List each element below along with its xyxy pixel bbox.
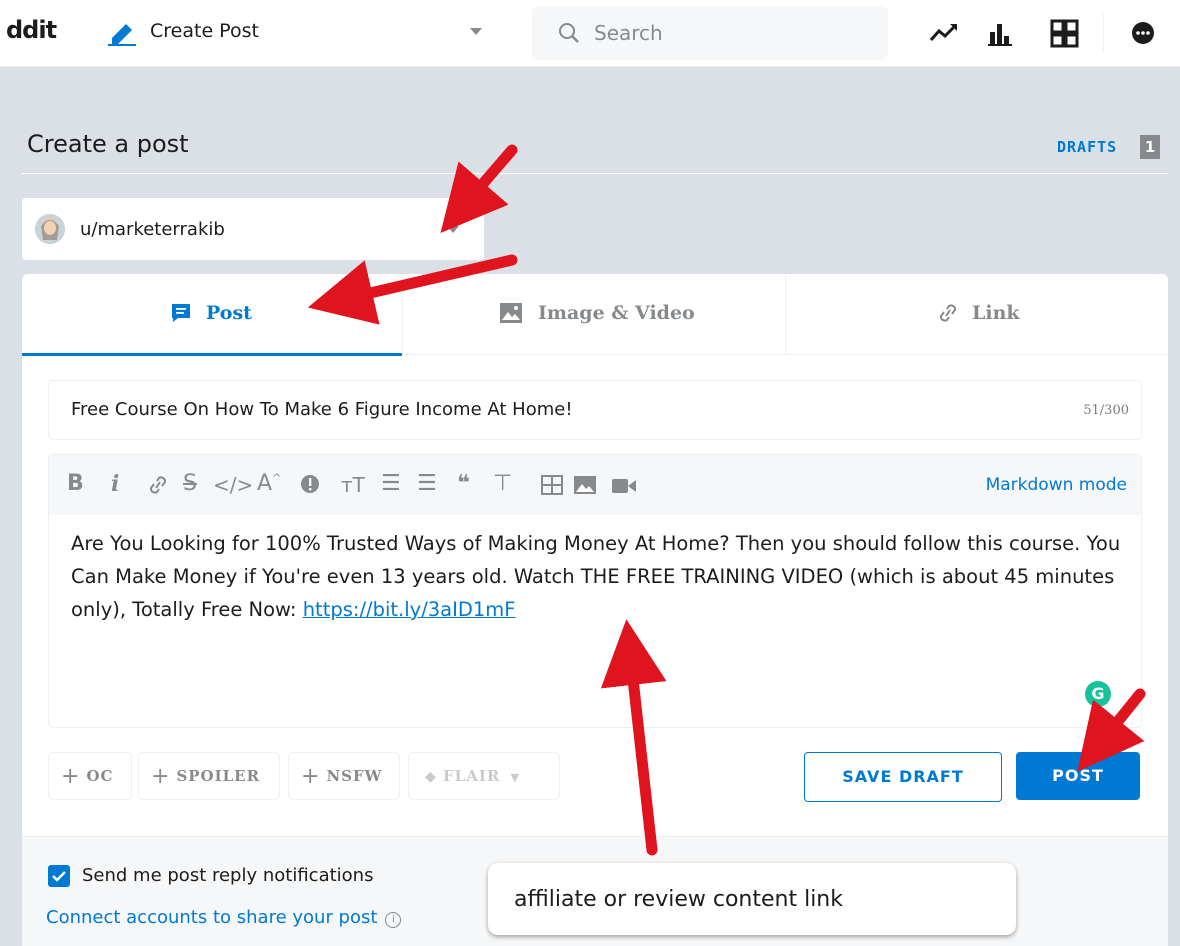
connect-accounts-label: Connect accounts to share your post <box>46 907 378 928</box>
search-input[interactable]: Search <box>532 6 888 60</box>
image-icon <box>500 303 522 323</box>
reddit-logo[interactable]: ddit <box>6 16 57 44</box>
notifications-checkbox[interactable] <box>48 865 70 887</box>
spoiler-icon[interactable] <box>299 473 321 495</box>
drafts-button[interactable]: DRAFTS <box>1057 138 1117 156</box>
spoiler-label: SPOILER <box>176 767 261 785</box>
info-icon[interactable]: i <box>385 912 402 928</box>
tag-icon: ◆ <box>425 769 437 785</box>
avatar <box>35 214 65 244</box>
post-body-text[interactable]: Are You Looking for 100% Trusted Ways of… <box>71 527 1121 626</box>
checkmark-icon <box>52 871 66 882</box>
oc-label: OC <box>86 767 114 785</box>
bold-icon[interactable]: B <box>67 471 84 496</box>
nsfw-tag-button[interactable]: + NSFW <box>288 752 400 800</box>
chevron-down-icon: ▼ <box>510 771 521 784</box>
create-post-panel: Post Image & Video Link Free Course On H… <box>22 274 1168 946</box>
editor-toolbar: B i S </> A^ тT ☰ ☰ ❝ ⊤ Markdown mode <box>49 455 1141 515</box>
italic-icon[interactable]: i <box>111 471 119 497</box>
oc-tag-button[interactable]: + OC <box>48 752 132 800</box>
table-icon[interactable] <box>541 475 563 495</box>
plus-icon: + <box>151 764 171 789</box>
page-title: Create a post <box>27 130 189 158</box>
pencil-icon <box>108 24 136 46</box>
flair-button[interactable]: ◆ FLAIR ▼ <box>408 752 560 800</box>
post-body-link[interactable]: https://bit.ly/3aID1mF <box>303 598 516 621</box>
body-editor[interactable]: B i S </> A^ тT ☰ ☰ ❝ ⊤ Markdown mode Ar… <box>48 454 1142 728</box>
post-body-content: Are You Looking for 100% Trusted Ways of… <box>71 532 1121 621</box>
bulleted-list-icon[interactable]: ☰ <box>381 471 401 496</box>
notifications-label: Send me post reply notifications <box>82 865 374 886</box>
search-placeholder: Search <box>594 21 663 45</box>
tab-post[interactable]: Post <box>22 274 403 356</box>
superscript-icon[interactable]: A^ <box>257 471 281 496</box>
post-icon <box>172 304 190 322</box>
link-icon <box>939 304 957 322</box>
title-value: Free Course On How To Make 6 Figure Inco… <box>71 399 573 420</box>
save-draft-button[interactable]: SAVE DRAFT <box>804 752 1002 802</box>
tab-link[interactable]: Link <box>786 274 1168 354</box>
chevron-down-icon[interactable] <box>470 28 482 35</box>
link-icon[interactable] <box>145 473 171 497</box>
chat-icon[interactable] <box>1128 18 1160 48</box>
tab-label: Link <box>972 302 1020 324</box>
top-bar-divider <box>1103 14 1104 52</box>
annotation-callout: affiliate or review content link <box>488 863 1016 935</box>
video-icon[interactable] <box>611 477 637 495</box>
image-icon[interactable] <box>573 475 597 495</box>
title-char-count: 51/300 <box>1083 403 1129 418</box>
post-button[interactable]: POST <box>1016 752 1140 800</box>
grammarly-icon[interactable]: G <box>1085 681 1111 707</box>
annotation-text: affiliate or review content link <box>514 887 843 912</box>
tab-label: Image & Video <box>538 302 695 324</box>
tab-image-video[interactable]: Image & Video <box>403 274 786 354</box>
top-bar: ddit Create Post Search <box>0 0 1180 67</box>
numbered-list-icon[interactable]: ☰ <box>417 471 437 496</box>
trending-icon[interactable] <box>928 18 960 48</box>
code-icon[interactable]: </> <box>213 473 253 497</box>
quote-block-icon[interactable]: ❝ <box>457 471 470 496</box>
active-tab-indicator <box>22 353 402 356</box>
markdown-mode-button[interactable]: Markdown mode <box>986 475 1127 495</box>
nsfw-label: NSFW <box>326 767 383 785</box>
title-input[interactable]: Free Course On How To Make 6 Figure Inco… <box>48 380 1142 440</box>
drafts-count-badge[interactable]: 1 <box>1140 135 1160 159</box>
community-name: u/marketerrakib <box>80 219 225 240</box>
divider <box>22 173 1168 174</box>
connect-accounts-link[interactable]: Connect accounts to share your post i <box>46 907 402 928</box>
plus-icon: + <box>61 764 81 789</box>
community-selector[interactable]: u/marketerrakib <box>22 198 484 260</box>
create-post-dropdown-label[interactable]: Create Post <box>150 20 259 42</box>
tab-label: Post <box>206 302 252 324</box>
coins-icon[interactable] <box>1049 18 1081 48</box>
post-type-tabs: Post Image & Video Link <box>22 274 1168 356</box>
chevron-down-icon[interactable] <box>447 226 459 233</box>
code-block-icon[interactable]: ⊤ <box>493 471 512 496</box>
heading-icon[interactable]: тT <box>341 473 365 497</box>
stats-icon[interactable] <box>984 18 1016 48</box>
strikethrough-icon[interactable]: S <box>183 471 197 496</box>
plus-icon: + <box>301 764 321 789</box>
search-icon <box>559 23 579 43</box>
flair-label: FLAIR <box>443 767 501 785</box>
spoiler-tag-button[interactable]: + SPOILER <box>138 752 280 800</box>
